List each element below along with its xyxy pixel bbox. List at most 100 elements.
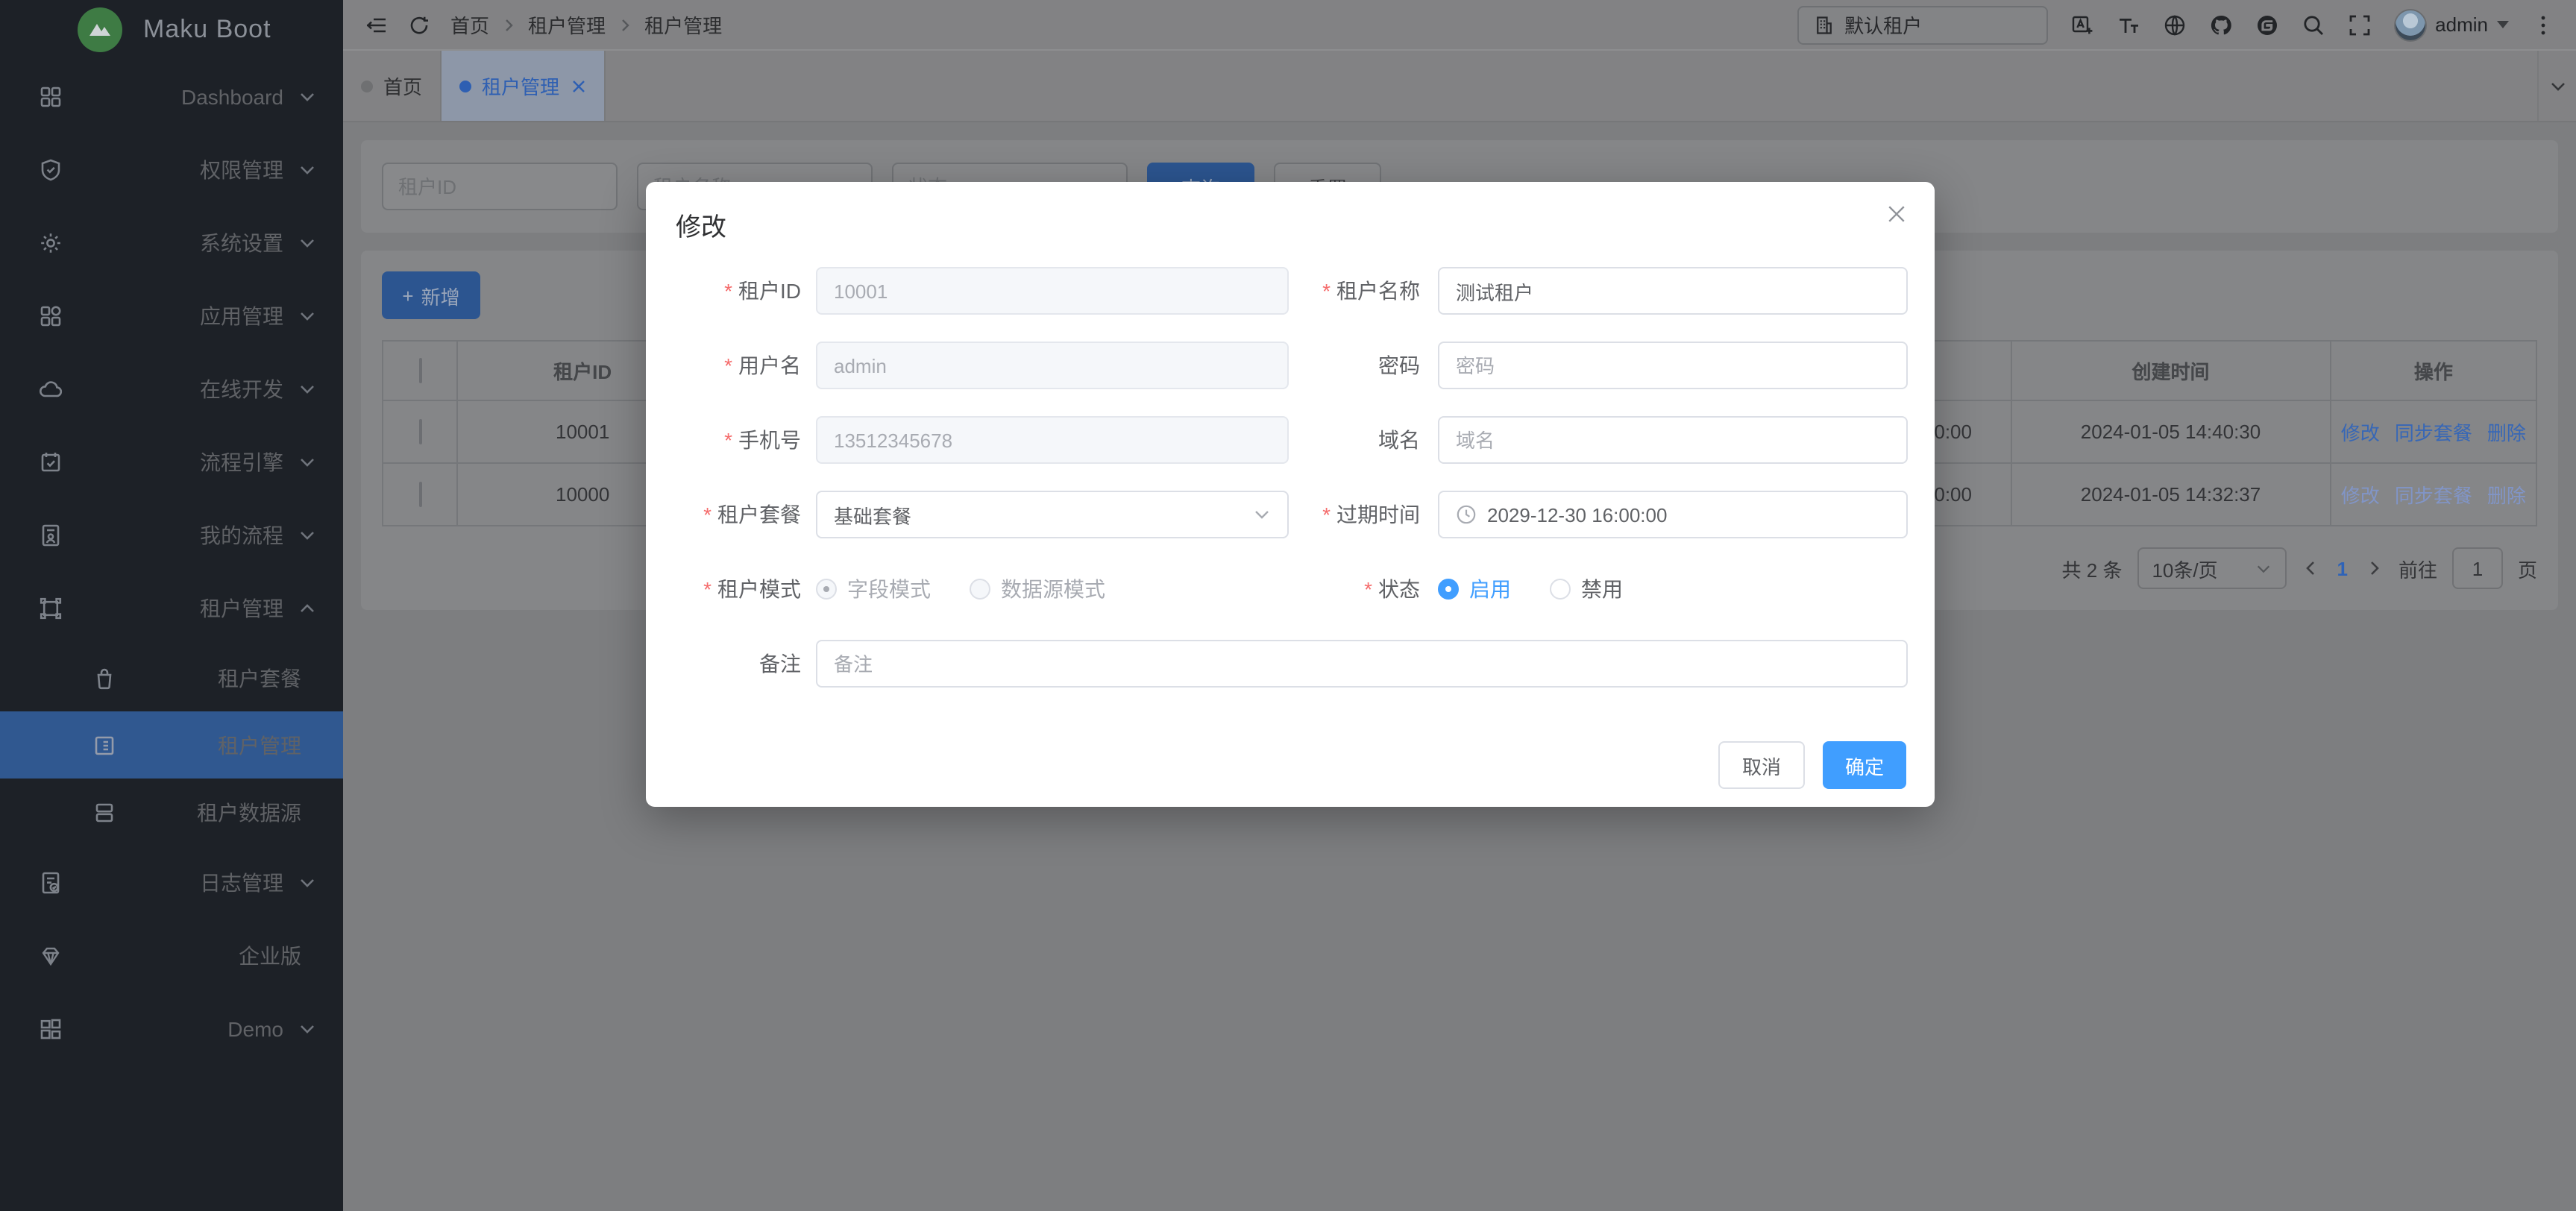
tab-tenant-management[interactable]: 租户管理 <box>442 51 606 121</box>
confirm-button[interactable]: 确定 <box>1823 741 1906 789</box>
radio-dot <box>1550 579 1571 600</box>
tenant-id-field[interactable] <box>816 267 1289 315</box>
font-size-icon[interactable] <box>2116 13 2140 37</box>
sidebar-item-enterprise[interactable]: 企业版 <box>0 919 343 992</box>
sidebar-item-tenant-package[interactable]: 租户套餐 <box>0 644 343 711</box>
radio-dot <box>970 579 990 600</box>
breadcrumb: 首页 租户管理 租户管理 <box>450 10 722 39</box>
sidebar-item-dashboard[interactable]: Dashboard <box>0 60 343 133</box>
row-checkbox[interactable] <box>418 482 421 507</box>
mobile-label: 手机号 <box>646 416 816 464</box>
edit-link[interactable]: 修改 <box>2341 418 2380 446</box>
dashboard-icon <box>39 84 63 108</box>
brand-logo-icon <box>78 7 122 52</box>
pagination-total: 共 2 条 <box>2062 554 2123 582</box>
sidebar-item-my-workflow[interactable]: 我的流程 <box>0 498 343 571</box>
sidebar-item-log-management[interactable]: 日志管理 <box>0 846 343 919</box>
tenant-id-label: 租户ID <box>646 267 816 315</box>
search-tenant-id-input[interactable] <box>382 163 618 210</box>
globe-icon[interactable] <box>2162 13 2186 37</box>
tab-dot <box>459 80 471 92</box>
tenant-package-select[interactable]: 基础套餐 <box>816 491 1289 538</box>
datasource-mode-radio[interactable]: 数据源模式 <box>970 574 1105 604</box>
goto-page-input[interactable] <box>2452 547 2503 589</box>
sidebar-item-tenant-management[interactable]: 租户管理 <box>0 571 343 644</box>
fullscreen-icon[interactable] <box>2347 13 2371 37</box>
status-disabled-radio[interactable]: 禁用 <box>1550 574 1623 604</box>
sidebar-item-app-management[interactable]: 应用管理 <box>0 279 343 352</box>
breadcrumb-home[interactable]: 首页 <box>450 10 489 39</box>
sidebar-item-online-dev[interactable]: 在线开发 <box>0 352 343 425</box>
delete-link[interactable]: 删除 <box>2487 480 2526 509</box>
dialog-title: 修改 <box>646 182 1935 243</box>
goto-label: 前往 <box>2398 554 2437 582</box>
search-icon[interactable] <box>2301 13 2325 37</box>
status-radio-group: 启用 禁用 <box>1438 565 1908 613</box>
sync-package-link[interactable]: 同步套餐 <box>2395 418 2472 446</box>
password-field[interactable] <box>1438 342 1908 389</box>
sidebar-item-permissions[interactable]: 权限管理 <box>0 133 343 206</box>
chevron-down-icon <box>298 873 316 891</box>
expire-time-picker[interactable]: 2029-12-30 16:00:00 <box>1438 491 1908 538</box>
shield-icon <box>39 157 63 181</box>
domain-field[interactable] <box>1438 416 1908 464</box>
gitee-icon[interactable] <box>2255 13 2278 37</box>
status-label: 状态 <box>1289 565 1438 613</box>
cancel-button[interactable]: 取消 <box>1718 741 1805 789</box>
github-icon[interactable] <box>2208 13 2232 37</box>
sidebar-item-demo[interactable]: Demo <box>0 992 343 1065</box>
refresh-icon[interactable] <box>407 13 431 37</box>
breadcrumb-separator-icon <box>501 17 516 32</box>
username-label: 用户名 <box>646 342 816 389</box>
brand-name: Maku Boot <box>143 15 271 45</box>
sidebar-item-tenant-management-sub[interactable]: 租户管理 <box>0 711 343 778</box>
chevron-up-icon <box>298 599 316 617</box>
breadcrumb-current: 租户管理 <box>644 10 722 39</box>
cloud-icon <box>39 377 63 400</box>
tenant-name-field[interactable] <box>1438 267 1908 315</box>
tenant-name-label: 租户名称 <box>1289 267 1438 315</box>
kebab-menu-icon[interactable] <box>2531 13 2555 37</box>
sync-package-link[interactable]: 同步套餐 <box>2395 480 2472 509</box>
cell-created: 2024-01-05 14:32:37 <box>2011 463 2330 526</box>
edit-tenant-form: 租户ID 租户名称 用户名 密码 手机号 域名 租户套餐 <box>646 267 1935 789</box>
sidebar-item-system-settings[interactable]: 系统设置 <box>0 206 343 279</box>
collapse-menu-icon[interactable] <box>364 13 388 37</box>
page-number[interactable]: 1 <box>2334 557 2350 579</box>
username: admin <box>2435 13 2488 36</box>
select-all-checkbox[interactable] <box>418 358 421 383</box>
user-menu[interactable]: admin <box>2393 8 2509 41</box>
tenant-mode-radio-group: 字段模式 数据源模式 <box>816 565 1289 613</box>
row-checkbox[interactable] <box>418 419 421 444</box>
mobile-field[interactable] <box>816 416 1289 464</box>
tenant-switcher-select[interactable]: 默认租户 <box>1797 5 2047 44</box>
username-field[interactable] <box>816 342 1289 389</box>
close-tab-icon[interactable] <box>571 78 586 93</box>
breadcrumb-tenant[interactable]: 租户管理 <box>528 10 606 39</box>
brand: Maku Boot <box>0 0 343 60</box>
chevron-down-icon <box>2497 21 2509 28</box>
next-page-icon[interactable] <box>2366 559 2384 577</box>
remark-field[interactable] <box>816 640 1908 688</box>
sidebar-item-tenant-datasource[interactable]: 租户数据源 <box>0 778 343 846</box>
remark-label: 备注 <box>646 640 816 688</box>
translate-icon[interactable] <box>2070 13 2093 37</box>
tenant-mode-label: 租户模式 <box>646 565 816 613</box>
edit-link[interactable]: 修改 <box>2341 480 2380 509</box>
document-check-icon <box>39 870 63 894</box>
page-unit-label: 页 <box>2518 554 2537 582</box>
page-size-select[interactable]: 10条/页 <box>2137 547 2286 589</box>
close-icon[interactable] <box>1887 204 1906 224</box>
prev-page-icon[interactable] <box>2301 559 2319 577</box>
field-mode-radio[interactable]: 字段模式 <box>816 574 931 604</box>
sidebar: Maku Boot Dashboard 权限管理 系统设置 应用管理 在线开发 <box>0 0 343 1211</box>
status-enabled-radio[interactable]: 启用 <box>1438 574 1511 604</box>
building-icon <box>1813 14 1834 35</box>
tab-home[interactable]: 首页 <box>343 51 442 121</box>
sidebar-item-workflow-engine[interactable]: 流程引擎 <box>0 425 343 498</box>
delete-link[interactable]: 删除 <box>2487 418 2526 446</box>
header-actions: 默认租户 admin <box>1797 5 2555 44</box>
add-button[interactable]: + 新增 <box>382 271 480 319</box>
tab-list-dropdown[interactable] <box>2537 51 2576 121</box>
document-user-icon <box>39 523 63 547</box>
